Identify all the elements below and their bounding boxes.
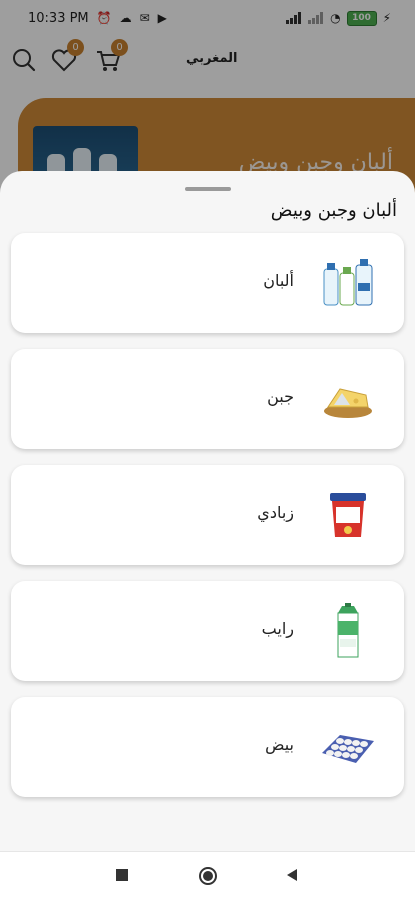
category-label: ألبان — [263, 271, 294, 290]
sheet-title: ألبان وجبن وبيض — [270, 200, 397, 221]
rayeb-carton-icon — [337, 603, 359, 658]
drag-handle[interactable] — [185, 187, 231, 191]
category-label: رايب — [261, 619, 294, 638]
yogurt-cup-icon — [330, 493, 366, 537]
category-label: زبادي — [257, 503, 294, 522]
category-label: جبن — [267, 387, 294, 406]
recents-icon[interactable] — [115, 868, 129, 882]
category-card-eggs[interactable]: بيض — [11, 697, 404, 797]
category-label: بيض — [265, 735, 294, 754]
milk-bottles-icon — [323, 259, 373, 306]
back-icon[interactable] — [285, 868, 299, 882]
category-card-rayeb[interactable]: رايب — [11, 581, 404, 681]
subcategory-sheet: ألبان وجبن وبيض ألبان جبن زبادي رايب بيض — [0, 171, 415, 851]
cheese-icon — [324, 388, 372, 418]
home-icon[interactable] — [198, 866, 218, 886]
category-card-milk[interactable]: ألبان — [11, 233, 404, 333]
category-card-yogurt[interactable]: زبادي — [11, 465, 404, 565]
system-nav-bar — [0, 851, 415, 901]
egg-tray-icon — [322, 735, 374, 763]
category-card-cheese[interactable]: جبن — [11, 349, 404, 449]
